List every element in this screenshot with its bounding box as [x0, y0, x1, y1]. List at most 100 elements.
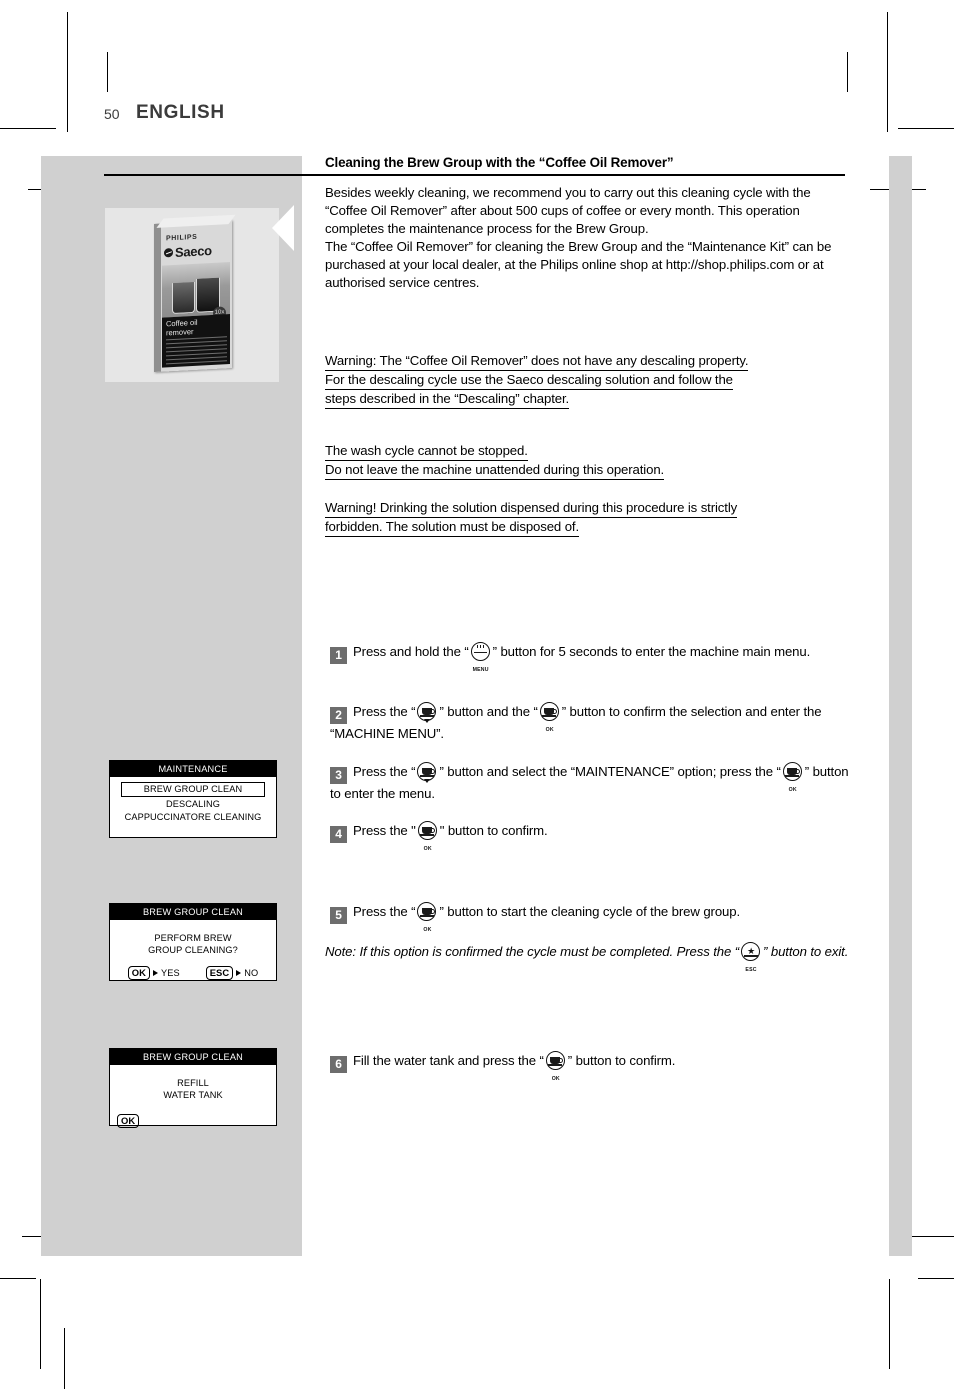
step-3: 3 Press the “ ” button and select the “MA… — [330, 761, 850, 804]
crop-mark-top-right-vertical — [887, 12, 888, 132]
package-logo: Saeco — [164, 242, 229, 260]
display-action-ok[interactable]: OK — [117, 1114, 140, 1129]
display-prompt-line-2: GROUP CLEANING? — [148, 945, 238, 956]
warning-wash-cycle-line-2: Do not leave the machine unattended duri… — [325, 461, 664, 481]
ok-button-icon-caption: OK — [423, 845, 432, 852]
heading-rule — [104, 174, 845, 177]
scroll-button-icon — [416, 761, 438, 783]
step-1-number: 1 — [330, 647, 347, 664]
package-brand-text: PHILIPS — [166, 233, 198, 243]
step-6: 6 Fill the water tank and press the “ OK … — [330, 1050, 850, 1082]
display-key-esc: ESC — [205, 966, 234, 981]
step-4-text-before: Press the " — [353, 823, 416, 838]
display-brew-group-clean-confirm: BREW GROUP CLEAN PERFORM BREW GROUP CLEA… — [109, 903, 277, 981]
display-title: BREW GROUP CLEAN — [110, 904, 276, 920]
warning-descaling-line-3: steps described in the “Descaling” chapt… — [325, 390, 569, 410]
crop-mark-bottom-right-v — [889, 1279, 890, 1369]
step-2: 2 Press the “ ” button and the “ OK ” but… — [330, 701, 850, 744]
step-1-text-after: ” button for 5 seconds to enter the mach… — [492, 644, 811, 659]
step-3-text-mid: ” button and select the “MAINTENANCE” op… — [439, 764, 781, 779]
display-title: MAINTENANCE — [110, 761, 276, 777]
step-4: 4 Press the " OK " button to confirm. — [330, 820, 850, 852]
package-fine-print — [166, 336, 227, 367]
ok-button-icon-caption: OK — [551, 1075, 560, 1082]
crop-mark-bottom-left-inner-v2 — [64, 1328, 65, 1360]
step-5-text-after: ” button to start the cleaning cycle of … — [439, 904, 741, 919]
step-3-number: 3 — [330, 767, 347, 784]
display-action-label-no: NO — [244, 968, 259, 979]
language-title: ENGLISH — [136, 102, 225, 123]
display-prompt-line-1: REFILL — [177, 1077, 209, 1088]
photo-pointer-arrow-icon — [272, 205, 294, 251]
scroll-button-icon — [416, 701, 438, 723]
step-6-number: 6 — [330, 1056, 347, 1073]
warning-drinking-line-1: Warning! Drinking the solution dispensed… — [325, 499, 737, 519]
crop-mark-bottom-right-outer-h — [918, 1278, 954, 1279]
crop-mark-top-left-vertical — [67, 12, 68, 132]
ok-button-icon: OK — [539, 701, 561, 733]
crop-mark-top-left-horizontal — [0, 128, 56, 129]
product-package: PHILIPS Saeco 10x Coffee oil remover — [154, 214, 236, 373]
warning-descaling: Warning: The “Coffee Oil Remover” does n… — [325, 352, 847, 410]
ok-button-icon: OK — [545, 1050, 567, 1082]
coffee-cup-icon-left — [172, 281, 195, 315]
crop-mark-top-left-inner — [107, 52, 108, 92]
menu-button-icon-caption: MENU — [472, 666, 489, 673]
crop-mark-top-right-inner — [847, 52, 848, 92]
warning-descaling-line-1: Warning: The “Coffee Oil Remover” does n… — [325, 352, 749, 372]
intro-paragraph: Besides weekly cleaning, we recommend yo… — [325, 185, 832, 291]
ok-button-icon: OK — [782, 761, 804, 793]
arrow-right-icon — [153, 970, 158, 977]
display-brew-group-clean-refill: BREW GROUP CLEAN REFILL WATER TANK OK — [109, 1048, 277, 1129]
step-2-number: 2 — [330, 707, 347, 724]
step-4-number: 4 — [330, 826, 347, 843]
step-3-text-before: Press the “ — [353, 764, 416, 779]
ok-button-icon: OK — [416, 901, 438, 933]
display-action-ok-yes[interactable]: OK YES — [127, 966, 180, 981]
note-text-after: ” button to exit. — [763, 944, 849, 959]
display-key-ok: OK — [117, 1114, 140, 1129]
step-1: 1 Press and hold the “ MENU ” button for … — [330, 641, 850, 673]
step-6-text-after: ” button to confirm. — [567, 1053, 676, 1068]
display-maintenance-menu: MAINTENANCE BREW GROUP CLEAN DESCALING C… — [109, 760, 277, 838]
step-6-text-before: Fill the water tank and press the “ — [353, 1053, 544, 1068]
display-prompt-line-2: WATER TANK — [163, 1090, 223, 1101]
ok-button-icon-caption: OK — [545, 726, 554, 733]
ok-button-icon: OK — [417, 820, 439, 852]
step-5: 5 Press the “ OK ” button to start the cl… — [330, 901, 850, 933]
display-actions: OK — [115, 1114, 271, 1129]
product-photo-coffee-oil-remover: PHILIPS Saeco 10x Coffee oil remover — [105, 208, 279, 382]
package-top-face — [156, 214, 236, 228]
step-2-text-mid: ” button and the “ — [439, 704, 538, 719]
display-title: BREW GROUP CLEAN — [110, 1049, 276, 1065]
package-lower-panel: Coffee oil remover — [162, 314, 230, 368]
display-body: BREW GROUP CLEAN DESCALING CAPPUCCINATOR… — [110, 777, 276, 830]
esc-button-icon: ★ ESC — [740, 941, 762, 973]
warning-drinking-line-2: forbidden. The solution must be disposed… — [325, 518, 579, 538]
display-action-label-yes: YES — [161, 968, 180, 979]
step-1-text-before: Press and hold the “ — [353, 644, 469, 659]
crop-mark-top-right-horizontal — [898, 128, 954, 129]
right-grey-strip — [889, 156, 912, 1256]
display-menu-item-brew-group-clean[interactable]: BREW GROUP CLEAN — [121, 782, 265, 797]
package-product-name: Coffee oil remover — [166, 317, 198, 337]
display-actions: OK YES ESC NO — [115, 966, 271, 981]
menu-button-icon: MENU — [470, 641, 492, 673]
display-body: REFILL WATER TANK OK — [110, 1065, 276, 1135]
note-cycle-must-complete: Note: If this option is confirmed the cy… — [325, 941, 850, 973]
arrow-right-icon — [236, 970, 242, 977]
ok-button-icon-caption: OK — [788, 786, 797, 793]
warning-wash-cycle: The wash cycle cannot be stopped. Do not… — [325, 442, 847, 481]
step-2-text-before: Press the “ — [353, 704, 416, 719]
warning-descaling-line-2: For the descaling cycle use the Saeco de… — [325, 371, 733, 391]
section-heading: Cleaning the Brew Group with the “Coffee… — [325, 155, 674, 170]
note-text-before: Note: If this option is confirmed the cy… — [325, 944, 740, 959]
step-4-text-after: " button to confirm. — [439, 823, 548, 838]
esc-button-icon-caption: ESC — [745, 966, 757, 973]
display-menu-item-descaling[interactable]: DESCALING — [115, 798, 271, 811]
display-action-esc-no[interactable]: ESC NO — [205, 966, 259, 981]
display-menu-item-cappuccinatore-cleaning[interactable]: CAPPUCCINATORE CLEANING — [115, 811, 271, 824]
display-key-ok: OK — [127, 966, 150, 981]
step-5-text-before: Press the “ — [353, 904, 416, 919]
display-prompt-line-1: PERFORM BREW — [154, 932, 232, 943]
